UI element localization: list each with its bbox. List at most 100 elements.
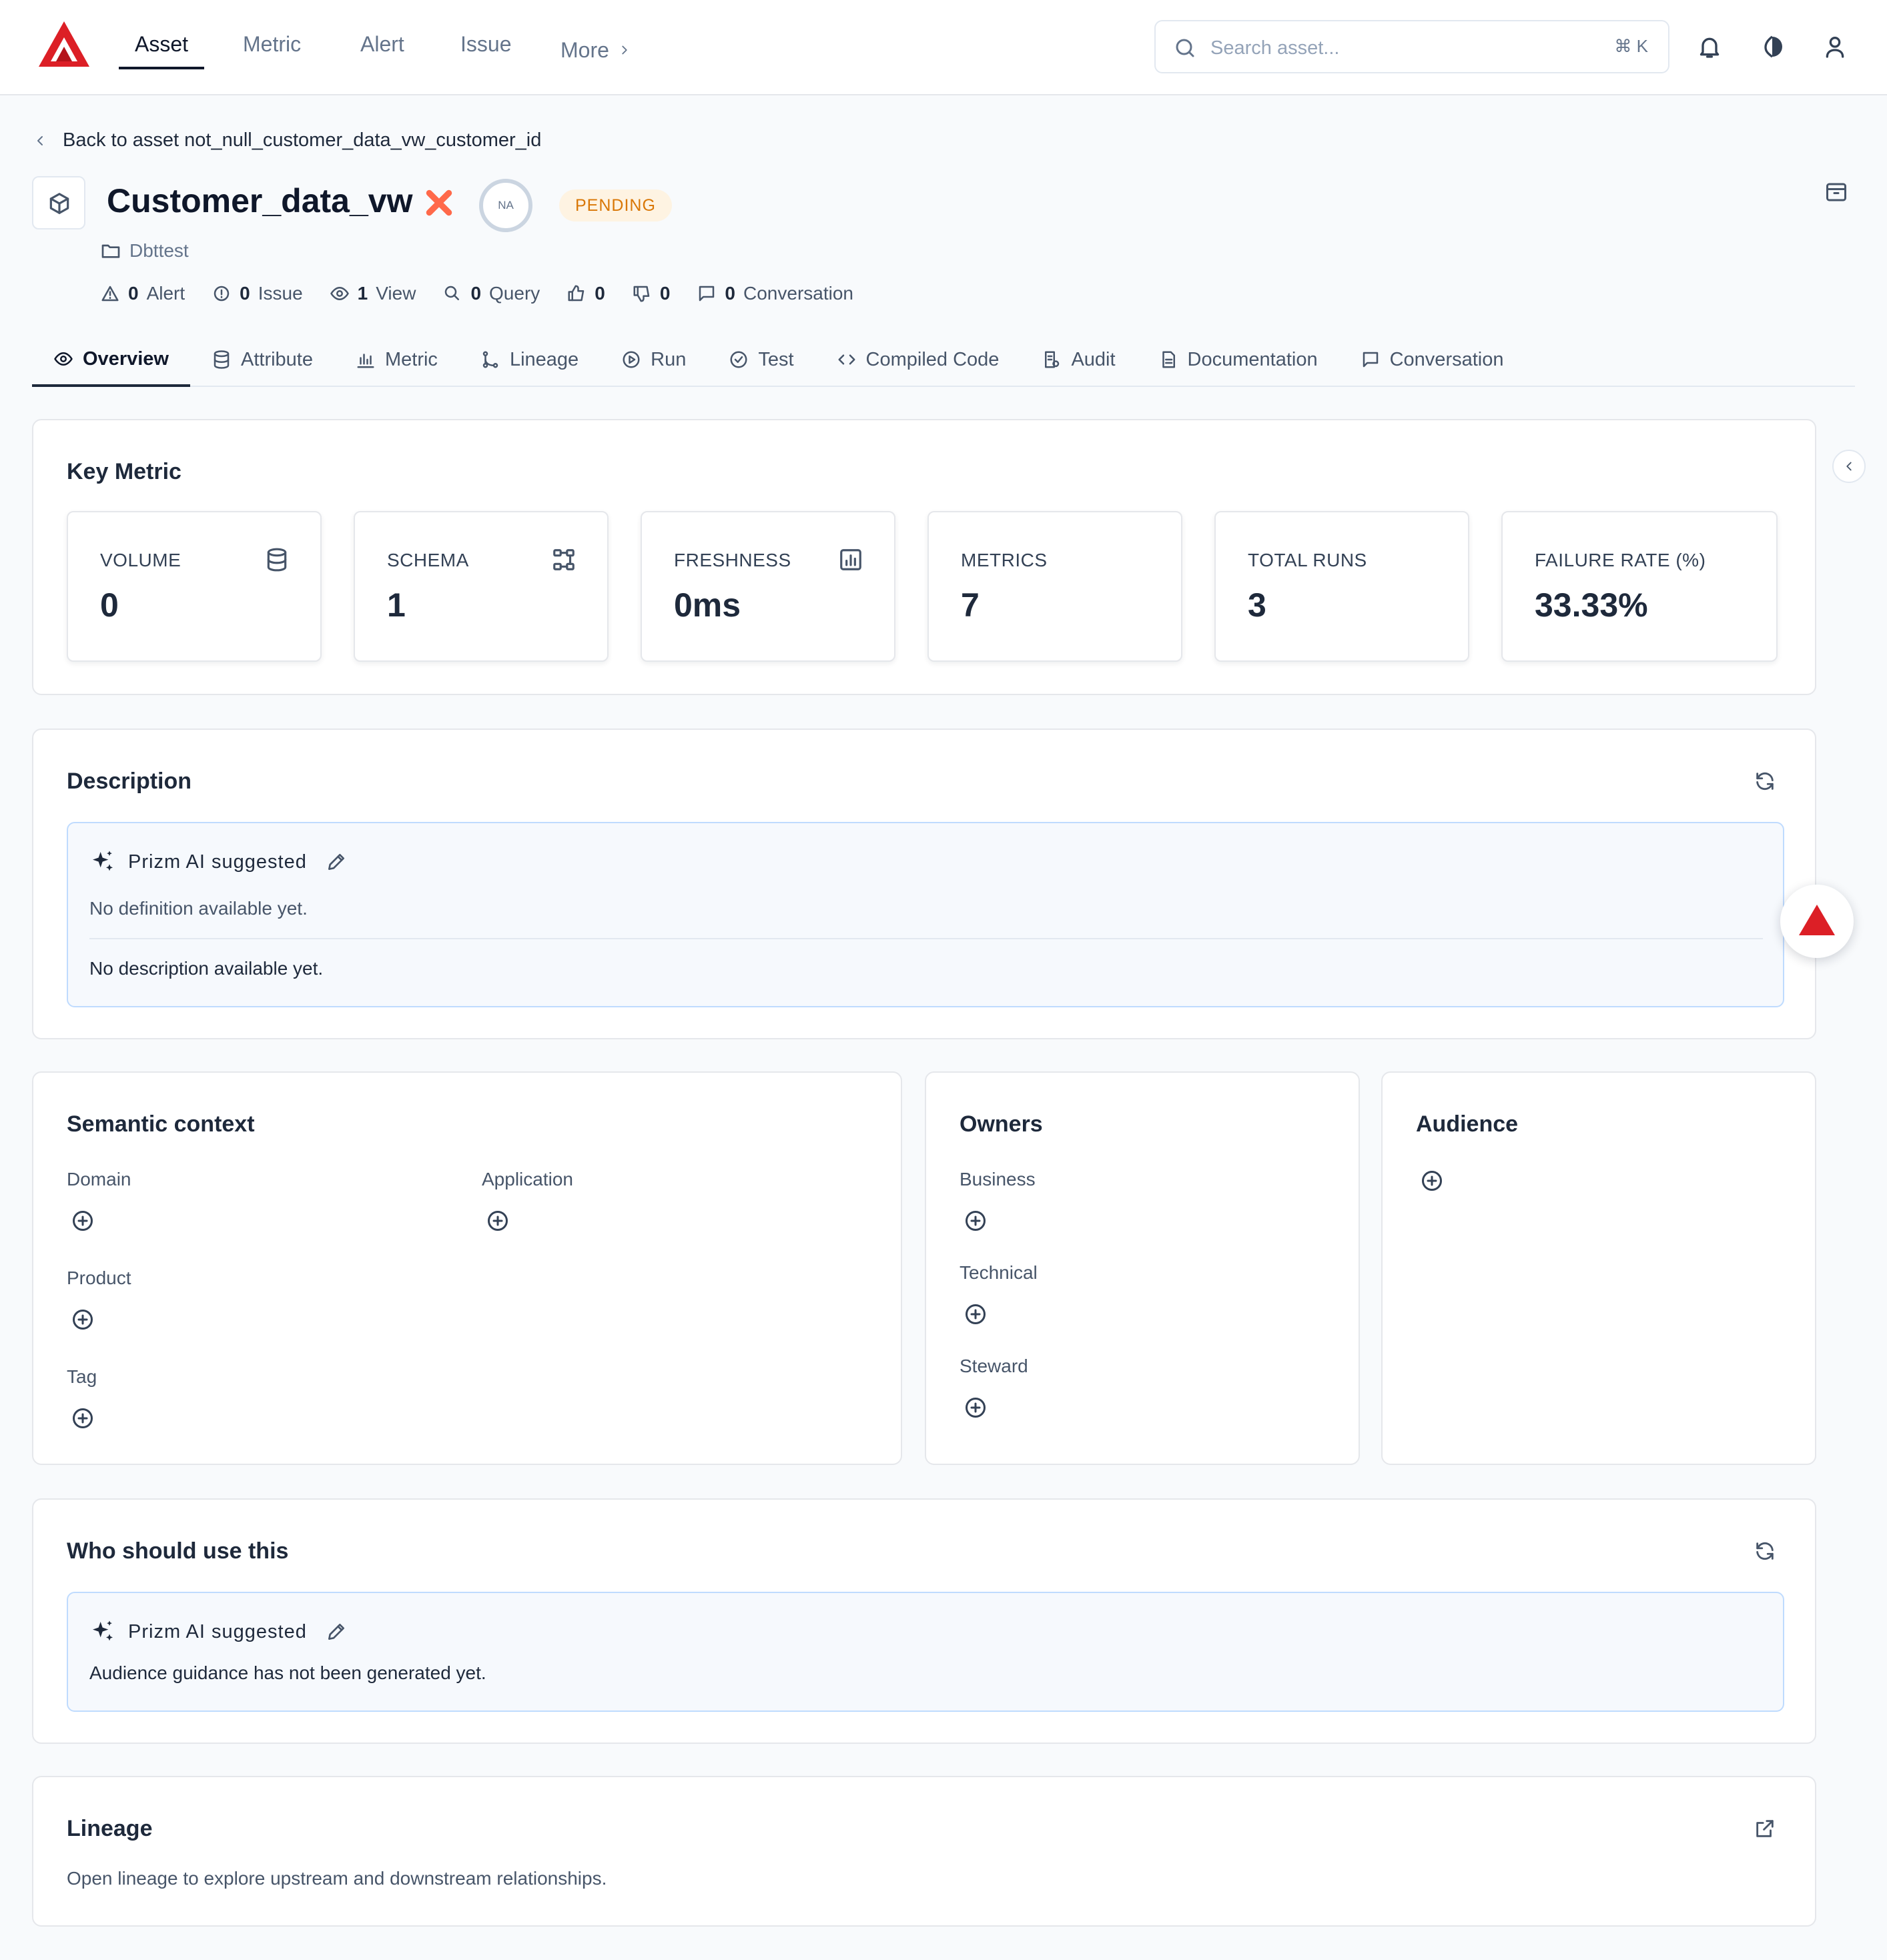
description-title: Description bbox=[67, 769, 192, 794]
add-business-owner-icon[interactable] bbox=[964, 1209, 988, 1233]
folder-breadcrumb[interactable]: Dbttest bbox=[100, 240, 189, 262]
alert-stat[interactable]: 0 Alert bbox=[100, 283, 185, 304]
dislike-button[interactable]: 0 bbox=[632, 283, 670, 304]
sparkles-icon bbox=[93, 1620, 113, 1641]
lineage-title: Lineage bbox=[67, 1816, 153, 1841]
nav-tab-metric[interactable]: Metric bbox=[243, 31, 301, 69]
tab-lineage-label: Lineage bbox=[509, 348, 579, 370]
audience-title: Audience bbox=[1416, 1111, 1519, 1137]
metric-label: METRICS bbox=[961, 550, 1048, 570]
domain-label: Domain bbox=[67, 1169, 131, 1189]
add-technical-owner-icon[interactable] bbox=[964, 1302, 988, 1326]
conversation-stat[interactable]: 0 Conversation bbox=[697, 283, 853, 304]
lineage-icon bbox=[482, 351, 498, 368]
status-badge: PENDING bbox=[559, 189, 672, 221]
pencil-edit-icon[interactable] bbox=[326, 1621, 347, 1642]
tab-test-label: Test bbox=[758, 348, 794, 370]
tab-overview-label: Overview bbox=[83, 348, 169, 370]
tab-overview[interactable]: Overview bbox=[32, 334, 190, 387]
nav-tab-issue[interactable]: Issue bbox=[460, 31, 511, 69]
tab-conversation[interactable]: Conversation bbox=[1339, 334, 1525, 386]
tab-compiled-code-label: Compiled Code bbox=[865, 348, 1000, 370]
add-audience-icon[interactable] bbox=[1420, 1169, 1444, 1193]
metric-value: 0 bbox=[100, 586, 119, 624]
who-should-use-ai-box: Prizm AI suggested Audience guidance has… bbox=[67, 1592, 1784, 1712]
tab-metric[interactable]: Metric bbox=[334, 334, 459, 386]
issue-label: Issue bbox=[258, 283, 303, 304]
ai-suggested-header: Prizm AI suggested bbox=[89, 849, 347, 875]
warning-triangle-icon bbox=[101, 286, 119, 302]
metric-card-failure-rate: FAILURE RATE (%) 33.33% bbox=[1501, 511, 1778, 662]
cube-icon bbox=[49, 193, 69, 214]
add-product-icon[interactable] bbox=[71, 1308, 95, 1332]
add-tag-icon[interactable] bbox=[71, 1406, 95, 1430]
back-link-text: Back to asset not_null_customer_data_vw_… bbox=[63, 129, 542, 151]
alert-label: Alert bbox=[146, 283, 185, 304]
search-input[interactable] bbox=[1210, 33, 1584, 63]
add-steward-icon[interactable] bbox=[964, 1396, 988, 1420]
nav-tab-alert[interactable]: Alert bbox=[360, 31, 404, 69]
asset-stats-row: 0 Alert 0 Issue 1 View 0 Query 0 0 0 Con… bbox=[100, 283, 853, 304]
tab-audit[interactable]: Audit bbox=[1020, 334, 1136, 386]
tab-run[interactable]: Run bbox=[600, 334, 707, 386]
folder-name: Dbttest bbox=[129, 240, 189, 261]
search-icon bbox=[1176, 39, 1194, 57]
eye-icon bbox=[54, 352, 73, 366]
back-to-asset-link[interactable]: Back to asset not_null_customer_data_vw_… bbox=[32, 129, 541, 151]
tab-compiled-code[interactable]: Compiled Code bbox=[815, 334, 1021, 386]
side-panel-toggle[interactable] bbox=[1832, 450, 1866, 483]
tab-audit-label: Audit bbox=[1071, 348, 1116, 370]
metric-label: FRESHNESS bbox=[674, 550, 791, 570]
theme-toggle-icon[interactable] bbox=[1759, 33, 1786, 60]
tab-attribute-label: Attribute bbox=[240, 348, 313, 370]
external-link-icon[interactable] bbox=[1754, 1817, 1776, 1840]
nav-tab-asset[interactable]: Asset bbox=[119, 31, 205, 69]
application-label: Application bbox=[482, 1169, 573, 1189]
ai-suggested-label: Prizm AI suggested bbox=[128, 851, 307, 873]
query-label: Query bbox=[489, 283, 540, 304]
tab-lineage[interactable]: Lineage bbox=[459, 334, 600, 386]
chevron-left-icon bbox=[37, 135, 43, 145]
prizm-ai-assistant-button[interactable] bbox=[1780, 885, 1854, 958]
bell-icon[interactable] bbox=[1696, 33, 1723, 60]
schema-icon bbox=[553, 549, 575, 570]
audit-file-icon bbox=[1045, 351, 1060, 368]
metric-card-total-runs: TOTAL RUNS 3 bbox=[1214, 511, 1469, 662]
metric-card-volume: VOLUME 0 bbox=[67, 511, 322, 662]
conversation-count: 0 bbox=[725, 283, 735, 304]
business-owner-label: Business bbox=[960, 1169, 1036, 1189]
nav-more-menu[interactable]: More bbox=[560, 31, 632, 69]
refresh-icon[interactable] bbox=[1754, 770, 1776, 793]
view-stat[interactable]: 1 View bbox=[330, 283, 416, 304]
tab-test[interactable]: Test bbox=[707, 334, 815, 386]
like-button[interactable]: 0 bbox=[567, 283, 605, 304]
metric-label: VOLUME bbox=[100, 550, 181, 570]
steward-label: Steward bbox=[960, 1356, 1028, 1376]
add-application-icon[interactable] bbox=[486, 1209, 510, 1233]
refresh-icon[interactable] bbox=[1754, 1540, 1776, 1562]
sparkles-icon bbox=[93, 851, 113, 871]
asset-tab-bar: Overview Attribute Metric Lineage Run Te… bbox=[32, 334, 1855, 387]
metric-card-metrics: METRICS 7 bbox=[927, 511, 1182, 662]
alert-circle-icon bbox=[214, 286, 230, 302]
metric-value: 3 bbox=[1248, 586, 1266, 624]
database-icon bbox=[214, 350, 230, 369]
search-box[interactable]: ⌘ K bbox=[1154, 20, 1669, 73]
add-domain-icon[interactable] bbox=[71, 1209, 95, 1233]
user-profile-icon[interactable] bbox=[1822, 33, 1848, 60]
audience-guidance-text: Audience guidance has not been generated… bbox=[89, 1662, 486, 1683]
quality-score-text: NA bbox=[498, 199, 514, 211]
tab-attribute[interactable]: Attribute bbox=[190, 334, 334, 386]
quality-score-ring: NA bbox=[479, 179, 532, 232]
audience-card: Audience bbox=[1381, 1071, 1816, 1465]
pencil-edit-icon[interactable] bbox=[326, 851, 347, 873]
tab-documentation[interactable]: Documentation bbox=[1137, 334, 1339, 386]
metric-value: 1 bbox=[387, 586, 406, 624]
search-icon bbox=[445, 286, 460, 300]
query-stat[interactable]: 0 Query bbox=[442, 283, 540, 304]
metric-label: TOTAL RUNS bbox=[1248, 550, 1367, 570]
metric-value: 7 bbox=[961, 586, 980, 624]
app-logo[interactable] bbox=[37, 20, 91, 68]
issue-stat[interactable]: 0 Issue bbox=[212, 283, 303, 304]
archive-icon[interactable] bbox=[1824, 180, 1848, 204]
